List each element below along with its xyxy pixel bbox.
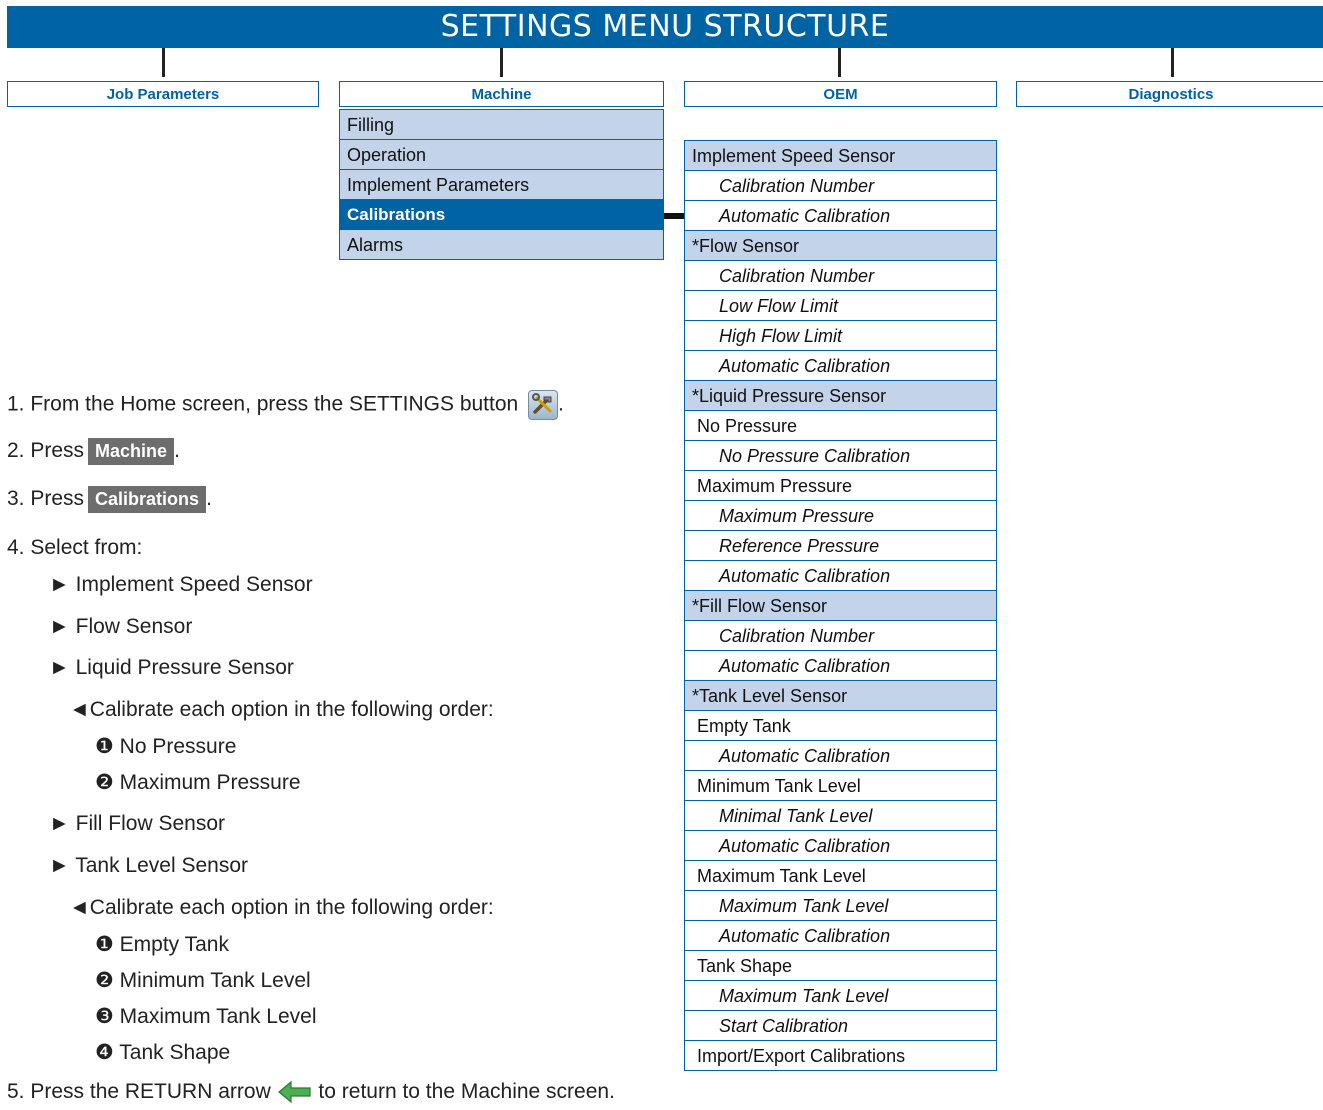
submenu-subitem[interactable]: Empty Tank (684, 710, 997, 741)
step-2-end: . (174, 439, 180, 463)
submenu-item[interactable]: Maximum Tank Level (684, 980, 997, 1011)
bullet-liquid-pressure: ► Liquid Pressure Sensor (49, 656, 294, 679)
bullet-tank-level: ► Tank Level Sensor (49, 854, 249, 877)
order-item: ❶ Empty Tank (95, 933, 229, 956)
order-item: ❷ Minimum Tank Level (95, 969, 311, 992)
step-2-text: 2. Press (7, 439, 85, 463)
submenu-item[interactable]: Automatic Calibration (684, 200, 997, 231)
tab-diagnostics[interactable]: Diagnostics (1016, 81, 1323, 107)
submenu-item[interactable]: High Flow Limit (684, 320, 997, 351)
step-3: 3. Press Calibrations. (7, 486, 212, 513)
step-3-text: 3. Press (7, 487, 85, 511)
menu-item-alarms[interactable]: Alarms (339, 229, 664, 260)
order-item: ❶ No Pressure (95, 735, 237, 758)
connector-tick (838, 48, 841, 77)
tab-job-parameters[interactable]: Job Parameters (7, 81, 319, 107)
submenu-item[interactable]: Start Calibration (684, 1010, 997, 1041)
submenu-item[interactable]: Minimal Tank Level (684, 800, 997, 831)
step-5: 5. Press the RETURN arrow to return to t… (7, 1080, 615, 1104)
calibrations-button[interactable]: Calibrations (88, 486, 207, 513)
menu-item-filling[interactable]: Filling (339, 109, 664, 140)
step-5-text: 5. Press the RETURN arrow (7, 1080, 271, 1103)
step-1: 1. From the Home screen, press the SETTI… (7, 390, 564, 420)
submenu-item[interactable]: Calibration Number (684, 170, 997, 201)
submenu-header[interactable]: *Flow Sensor (684, 230, 997, 261)
menu-item-implement-parameters[interactable]: Implement Parameters (339, 169, 664, 200)
return-arrow-icon (277, 1080, 313, 1104)
submenu-header[interactable]: Implement Speed Sensor (684, 140, 997, 171)
submenu-subitem[interactable]: Tank Shape (684, 950, 997, 981)
submenu-subitem[interactable]: No Pressure (684, 410, 997, 441)
connector-tick (162, 48, 165, 77)
machine-button[interactable]: Machine (88, 438, 175, 465)
step-2: 2. Press Machine. (7, 438, 180, 465)
submenu-header[interactable]: *Tank Level Sensor (684, 680, 997, 711)
tab-machine[interactable]: Machine (339, 81, 664, 107)
submenu-item[interactable]: Calibration Number (684, 620, 997, 651)
submenu-item[interactable]: No Pressure Calibration (684, 440, 997, 471)
machine-menu: Filling Operation Implement Parameters C… (339, 109, 664, 260)
submenu-subitem[interactable]: Minimum Tank Level (684, 770, 997, 801)
submenu-header[interactable]: *Fill Flow Sensor (684, 590, 997, 621)
menu-connector (664, 213, 684, 219)
note-order: ◄Calibrate each option in the following … (69, 698, 494, 721)
connector-tick (500, 48, 503, 77)
submenu-item[interactable]: Automatic Calibration (684, 650, 997, 681)
submenu-item[interactable]: Automatic Calibration (684, 350, 997, 381)
submenu-item[interactable]: Calibration Number (684, 260, 997, 291)
menu-item-operation[interactable]: Operation (339, 139, 664, 170)
submenu-subitem[interactable]: Maximum Pressure (684, 470, 997, 501)
settings-tools-icon (528, 390, 559, 420)
submenu-subitem[interactable]: Maximum Tank Level (684, 860, 997, 891)
submenu-subitem[interactable]: Import/Export Calibrations (684, 1040, 997, 1071)
order-item: ❷ Maximum Pressure (95, 771, 301, 794)
tab-oem[interactable]: OEM (684, 81, 997, 107)
bullet-fill-flow: ► Fill Flow Sensor (49, 812, 225, 835)
page-title: SETTINGS MENU STRUCTURE (7, 6, 1323, 48)
order-item: ❸ Maximum Tank Level (95, 1005, 317, 1028)
bullet-flow-sensor: ► Flow Sensor (49, 615, 193, 638)
step-1-end: . (558, 392, 564, 416)
order-item: ❹ Tank Shape (95, 1041, 231, 1064)
step-5-end: to return to the Machine screen. (318, 1080, 615, 1103)
submenu-item[interactable]: Reference Pressure (684, 530, 997, 561)
submenu-item[interactable]: Maximum Pressure (684, 500, 997, 531)
menu-item-calibrations[interactable]: Calibrations (339, 199, 664, 230)
submenu-header[interactable]: *Liquid Pressure Sensor (684, 380, 997, 411)
connector-tick (1171, 48, 1174, 77)
step-1-text: 1. From the Home screen, press the SETTI… (7, 392, 519, 416)
note-order: ◄Calibrate each option in the following … (69, 896, 494, 919)
bullet-implement-speed: ► Implement Speed Sensor (49, 573, 313, 596)
submenu-item[interactable]: Automatic Calibration (684, 830, 997, 861)
submenu-item[interactable]: Automatic Calibration (684, 740, 997, 771)
submenu-item[interactable]: Maximum Tank Level (684, 890, 997, 921)
step-4: 4. Select from: (7, 536, 143, 559)
submenu-item[interactable]: Low Flow Limit (684, 290, 997, 321)
submenu-item[interactable]: Automatic Calibration (684, 920, 997, 951)
submenu-item[interactable]: Automatic Calibration (684, 560, 997, 591)
calibrations-menu: Implement Speed Sensor Calibration Number… (684, 140, 997, 1071)
step-3-end: . (206, 487, 212, 511)
